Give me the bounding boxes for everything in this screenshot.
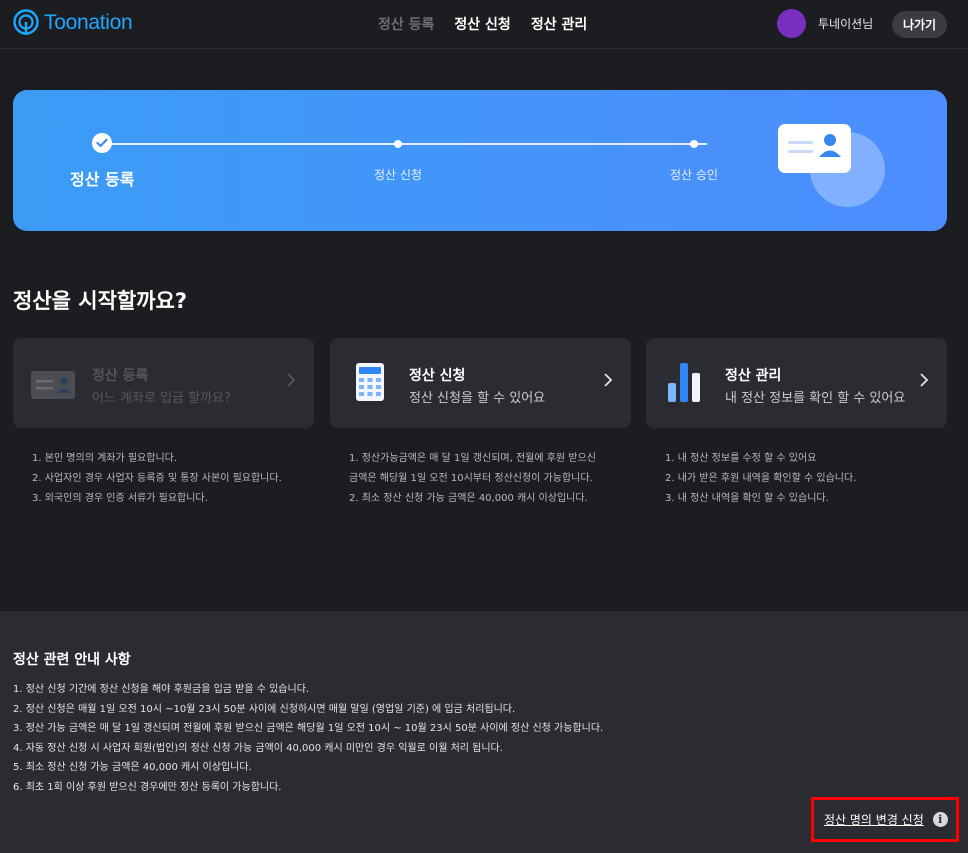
desc-line: 금액은 해당월 1일 오전 10시부터 정산신청이 가능합니다.: [349, 473, 593, 484]
card-title: 정산 등록: [92, 368, 149, 384]
logo-text: Toonation: [44, 11, 133, 34]
id-card-illustration-icon: [778, 124, 851, 173]
desc-line: 2. 내가 받은 후원 내역을 확인할 수 있습니다.: [665, 473, 857, 484]
notice-list: 1. 정산 신청 기간에 정산 신청을 해야 후원금을 입금 받을 수 있습니다…: [13, 680, 603, 798]
notice-title: 정산 관련 안내 사항: [13, 652, 131, 668]
step-dot-approve: [690, 140, 698, 148]
chevron-right-icon: [604, 373, 613, 387]
chevron-right-icon: [920, 373, 929, 387]
step-label-apply: 정산 신청: [374, 168, 422, 182]
card-subtitle: 어느 계좌로 입금 할까요?: [92, 391, 231, 406]
notice-item: 6. 최초 1회 이상 후원 받으신 경우에만 정산 등록이 가능합니다.: [13, 781, 282, 793]
chevron-right-icon: [287, 373, 296, 387]
nav-register[interactable]: 정산 등록: [378, 14, 434, 34]
top-header: Toonation 정산 등록 정산 신청 정산 관리 투네이션님 나가기: [0, 0, 968, 49]
notice-item: 4. 자동 정산 신청 시 사업자 회원(법인)의 정산 신청 가능 금액이 4…: [13, 742, 503, 754]
apply-description: 1. 정산가능금액은 매 달 1일 갱신되며, 전월에 후원 받으신 금액은 해…: [349, 449, 596, 509]
apply-card[interactable]: 정산 신청 정산 신청을 할 수 있어요: [330, 338, 631, 428]
id-card-icon: [31, 371, 75, 399]
main-nav: 정산 등록 정산 신청 정산 관리: [378, 14, 607, 34]
avatar[interactable]: [777, 9, 806, 38]
desc-line: 3. 내 정산 내역을 확인 할 수 있습니다.: [665, 493, 829, 504]
user-name[interactable]: 투네이션님: [818, 15, 873, 32]
register-description: 1. 본인 명의의 계좌가 필요합니다. 2. 사업자인 경우 사업자 등록증 …: [32, 449, 282, 509]
nav-manage[interactable]: 정산 관리: [531, 14, 587, 34]
card-subtitle: 내 정산 정보를 확인 할 수 있어요: [725, 391, 906, 406]
step-complete-check-icon: [92, 133, 112, 153]
desc-line: 1. 본인 명의의 계좌가 필요합니다.: [32, 453, 178, 464]
name-change-label[interactable]: 정산 명의 변경 신청: [824, 811, 924, 828]
name-change-request-link[interactable]: 정산 명의 변경 신청 i: [811, 797, 959, 842]
logo[interactable]: Toonation: [12, 8, 133, 38]
desc-line: 2. 사업자인 경우 사업자 등록증 및 통장 사본이 필요합니다.: [32, 473, 282, 484]
step-label-approve: 정산 승인: [670, 168, 718, 182]
page-title: 정산을 시작할까요?: [13, 289, 188, 313]
user-menu[interactable]: 투네이션님: [777, 9, 873, 38]
exit-button[interactable]: 나가기: [892, 11, 947, 38]
desc-line: 1. 내 정산 정보를 수정 할 수 있어요: [665, 453, 817, 464]
calculator-icon: [356, 363, 384, 401]
step-label-register: 정산 등록: [70, 170, 135, 189]
step-dot-apply: [394, 140, 402, 148]
notice-item: 2. 정산 신청은 매월 1일 오전 10시 ~10월 23시 50분 사이에 …: [13, 703, 516, 715]
toonation-logo-icon: [13, 9, 39, 35]
card-subtitle: 정산 신청을 할 수 있어요: [409, 391, 546, 406]
info-icon[interactable]: i: [932, 812, 948, 827]
manage-card[interactable]: 정산 관리 내 정산 정보를 확인 할 수 있어요: [646, 338, 947, 428]
manage-description: 1. 내 정산 정보를 수정 할 수 있어요 2. 내가 받은 후원 내역을 확…: [665, 449, 856, 509]
notice-section: 정산 관련 안내 사항 1. 정산 신청 기간에 정산 신청을 해야 후원금을 …: [0, 611, 968, 853]
nav-apply[interactable]: 정산 신청: [454, 14, 510, 34]
progress-banner: 정산 등록 정산 신청 정산 승인: [13, 90, 947, 231]
step-line: [111, 143, 707, 145]
card-title: 정산 관리: [725, 368, 782, 384]
notice-item: 1. 정산 신청 기간에 정산 신청을 해야 후원금을 입금 받을 수 있습니다…: [13, 684, 310, 695]
desc-line: 2. 최소 정산 신청 가능 금액은 40,000 캐시 이상입니다.: [349, 493, 588, 504]
notice-item: 5. 최소 정산 신청 가능 금액은 40,000 캐시 이상입니다.: [13, 762, 252, 774]
desc-line: 3. 외국인의 경우 인증 서류가 필요합니다.: [32, 493, 208, 504]
desc-line: 1. 정산가능금액은 매 달 1일 갱신되며, 전월에 후원 받으신: [349, 453, 596, 464]
register-card[interactable]: 정산 등록 어느 계좌로 입금 할까요?: [13, 338, 314, 428]
bar-chart-icon: [668, 363, 700, 402]
notice-item: 3. 정산 가능 금액은 매 달 1일 갱신되며 전월에 후원 받으신 금액은 …: [13, 723, 604, 735]
card-title: 정산 신청: [409, 368, 466, 384]
